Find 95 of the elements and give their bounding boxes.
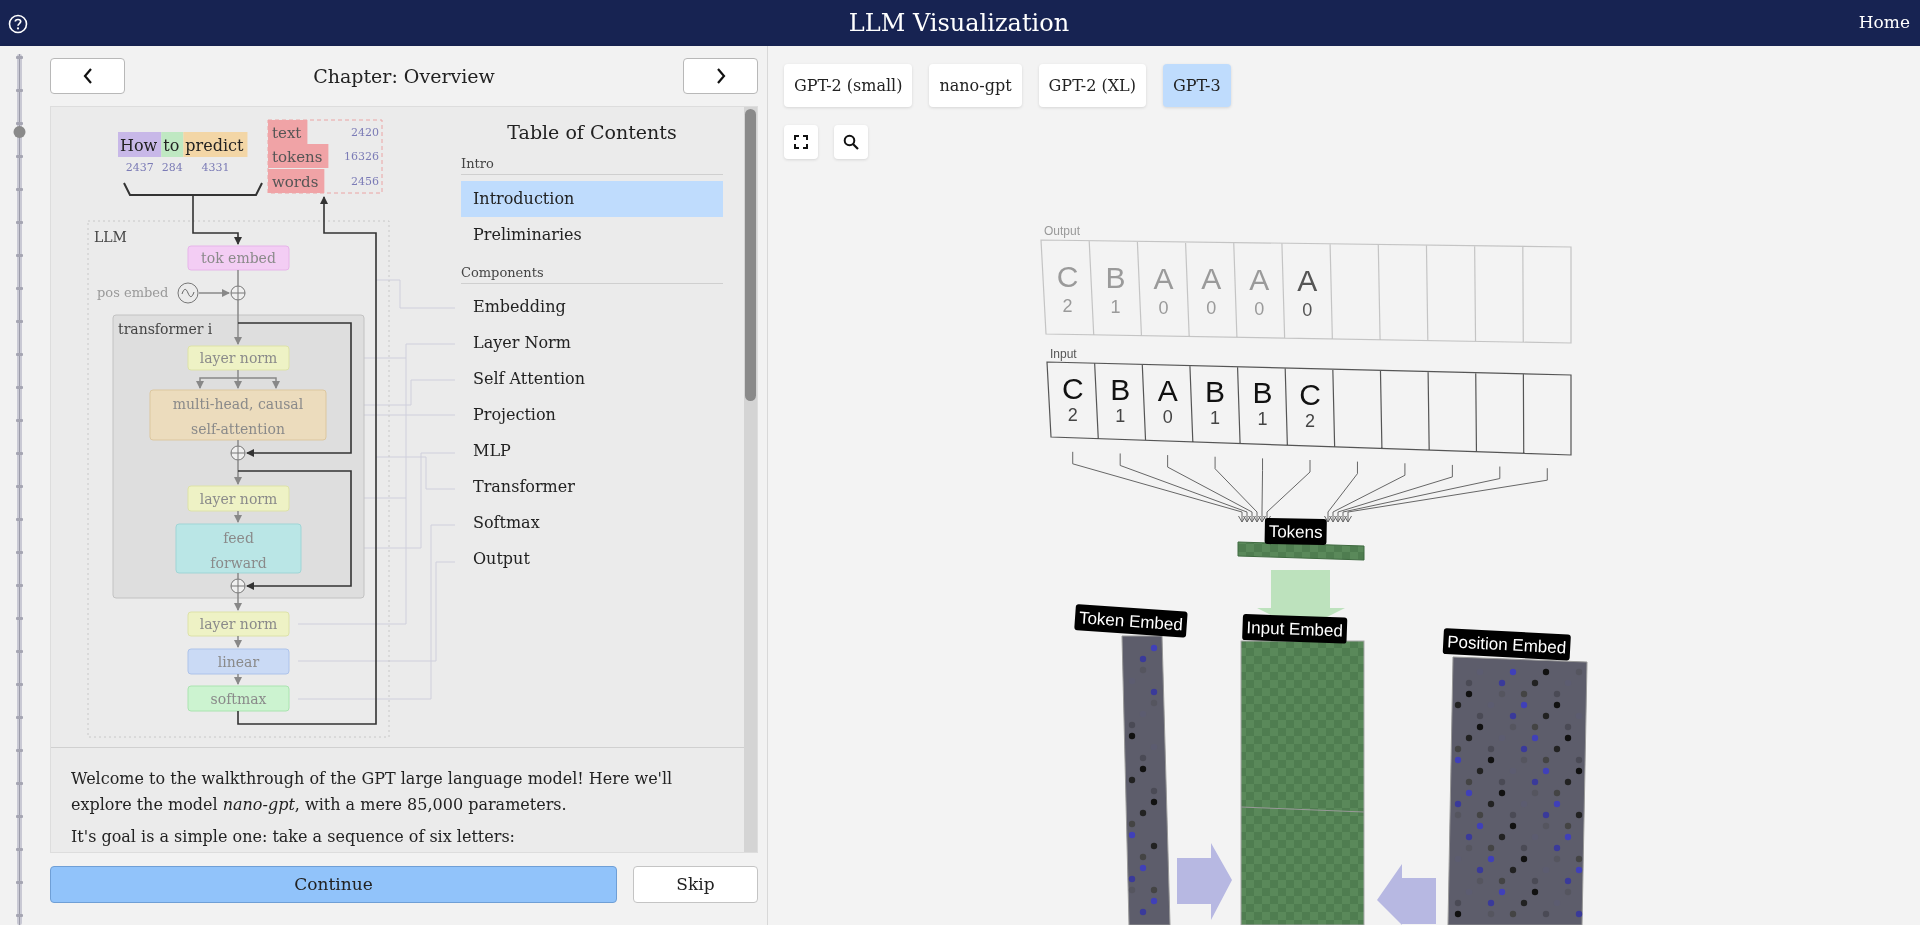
output-score: 2456 bbox=[351, 175, 379, 188]
toc-link[interactable]: Layer Norm bbox=[461, 325, 723, 361]
sum-node bbox=[230, 285, 246, 301]
diagram-block: feed forward bbox=[175, 523, 302, 574]
diagram-block: layer norm bbox=[187, 485, 290, 512]
toc-link[interactable]: Output bbox=[461, 541, 723, 577]
token-letter: B bbox=[1252, 376, 1273, 410]
diagram-block: linear bbox=[187, 648, 290, 675]
intro-paragraph: It's goal is a simple one: take a sequence of six letters: bbox=[71, 826, 516, 848]
toc-link[interactable]: MLP bbox=[461, 433, 723, 469]
chapter-timeline[interactable] bbox=[16, 53, 23, 925]
fullscreen-button[interactable] bbox=[784, 125, 818, 159]
toc-title: Table of Contents bbox=[506, 120, 678, 145]
next-button[interactable] bbox=[683, 58, 758, 94]
fullscreen-icon bbox=[794, 135, 808, 149]
chapter-title: Chapter: Overview bbox=[313, 63, 495, 89]
token-id: 284 bbox=[161, 161, 183, 174]
search-icon bbox=[843, 134, 859, 150]
token-letter: B bbox=[1105, 260, 1126, 294]
token-index: 0 bbox=[1302, 299, 1313, 320]
pos-embed-label: pos embed bbox=[97, 285, 169, 300]
row-label: Input bbox=[1050, 347, 1077, 361]
token-index: 0 bbox=[1254, 298, 1265, 319]
input-word: predict bbox=[185, 136, 244, 155]
previous-button[interactable] bbox=[50, 58, 125, 94]
token-letter: A bbox=[1249, 262, 1270, 296]
diagram-block: tok embed bbox=[187, 245, 290, 271]
diagram-block: layer norm bbox=[187, 611, 290, 637]
token-index: 0 bbox=[1206, 298, 1217, 319]
sum-node bbox=[230, 445, 246, 461]
help-icon[interactable] bbox=[8, 13, 28, 34]
model-tab[interactable]: nano-gpt bbox=[929, 64, 1022, 107]
token-letter: C bbox=[1061, 371, 1084, 405]
diagram-block: softmax bbox=[187, 685, 290, 712]
model-tab[interactable]: GPT-2 (small) bbox=[784, 64, 913, 107]
token-letter: A bbox=[1157, 373, 1178, 407]
sum-node bbox=[230, 578, 246, 594]
output-word: text bbox=[268, 120, 308, 144]
intro-paragraph: Welcome to the walkthrough of the GPT large language model! Here we'll explore the model nano-gpt, with a mere 85,000 parameters. bbox=[71, 768, 674, 816]
transformer-label: transformer i bbox=[118, 321, 213, 337]
chevron-right-icon bbox=[715, 68, 726, 84]
token-letter: B bbox=[1110, 372, 1131, 406]
token-index: 2 bbox=[1067, 404, 1078, 425]
token-letter: A bbox=[1153, 261, 1174, 295]
input-word: to bbox=[163, 136, 180, 155]
model-tab[interactable]: GPT-2 (XL) bbox=[1038, 64, 1146, 107]
timeline-handle[interactable] bbox=[13, 126, 26, 138]
column-label: Position Embed bbox=[1442, 628, 1571, 661]
token-letter: A bbox=[1201, 262, 1222, 296]
skip-button[interactable]: Skip bbox=[633, 866, 758, 903]
token-index: 2 bbox=[1062, 296, 1073, 317]
token-index: 0 bbox=[1158, 297, 1169, 318]
toc-link[interactable]: Introduction bbox=[461, 181, 723, 217]
toc-group-label: Intro bbox=[461, 154, 723, 175]
toc-link[interactable]: Transformer bbox=[461, 469, 723, 505]
continue-button[interactable]: Continue bbox=[50, 866, 617, 903]
token-index: 0 bbox=[1162, 406, 1173, 427]
token-id: 2437 bbox=[125, 161, 154, 174]
search-button[interactable] bbox=[834, 125, 868, 159]
token-id: 4331 bbox=[201, 161, 230, 174]
model-tab[interactable]: GPT-3 bbox=[1162, 64, 1231, 107]
scrollbar-thumb[interactable] bbox=[745, 109, 756, 401]
diagram-block: multi-head, causal self-attention bbox=[149, 389, 327, 441]
direction-arrow bbox=[1377, 864, 1436, 925]
token-letter: C bbox=[1299, 377, 1321, 411]
flow-arrow bbox=[198, 289, 230, 297]
toc-link[interactable]: Embedding bbox=[461, 289, 723, 325]
token-index: 1 bbox=[1110, 296, 1121, 317]
output-word: tokens bbox=[268, 144, 329, 168]
toc-link[interactable]: Preliminaries bbox=[461, 217, 723, 253]
toc-link[interactable]: Projection bbox=[461, 397, 723, 433]
token-index: 1 bbox=[1257, 409, 1268, 430]
column-label: Input Embed bbox=[1242, 614, 1348, 644]
output-score: 2420 bbox=[351, 126, 379, 139]
toc-link[interactable]: Self Attention bbox=[461, 361, 723, 397]
token-letter: C bbox=[1056, 260, 1079, 294]
output-word: words bbox=[268, 169, 325, 193]
column-label: Token Embed bbox=[1074, 604, 1188, 638]
output-score: 16326 bbox=[344, 150, 379, 163]
input-word: How bbox=[120, 136, 158, 155]
sine-node bbox=[177, 282, 199, 304]
chevron-left-icon bbox=[82, 68, 93, 84]
token-letter: A bbox=[1297, 263, 1318, 297]
toc-group-label: Components bbox=[461, 263, 723, 284]
token-index: 1 bbox=[1210, 408, 1221, 429]
app-title: LLM Visualization bbox=[848, 11, 1070, 35]
toc-link[interactable]: Softmax bbox=[461, 505, 723, 541]
tokens-label: Tokens bbox=[1264, 518, 1327, 546]
token-index: 1 bbox=[1115, 405, 1126, 426]
token-index: 2 bbox=[1305, 410, 1315, 431]
row-label: Output bbox=[1044, 224, 1081, 238]
token-letter: B bbox=[1205, 375, 1226, 409]
llm-label: LLM bbox=[94, 229, 127, 245]
diagram-block: layer norm bbox=[187, 345, 290, 371]
home-link[interactable]: Home bbox=[1858, 10, 1910, 36]
